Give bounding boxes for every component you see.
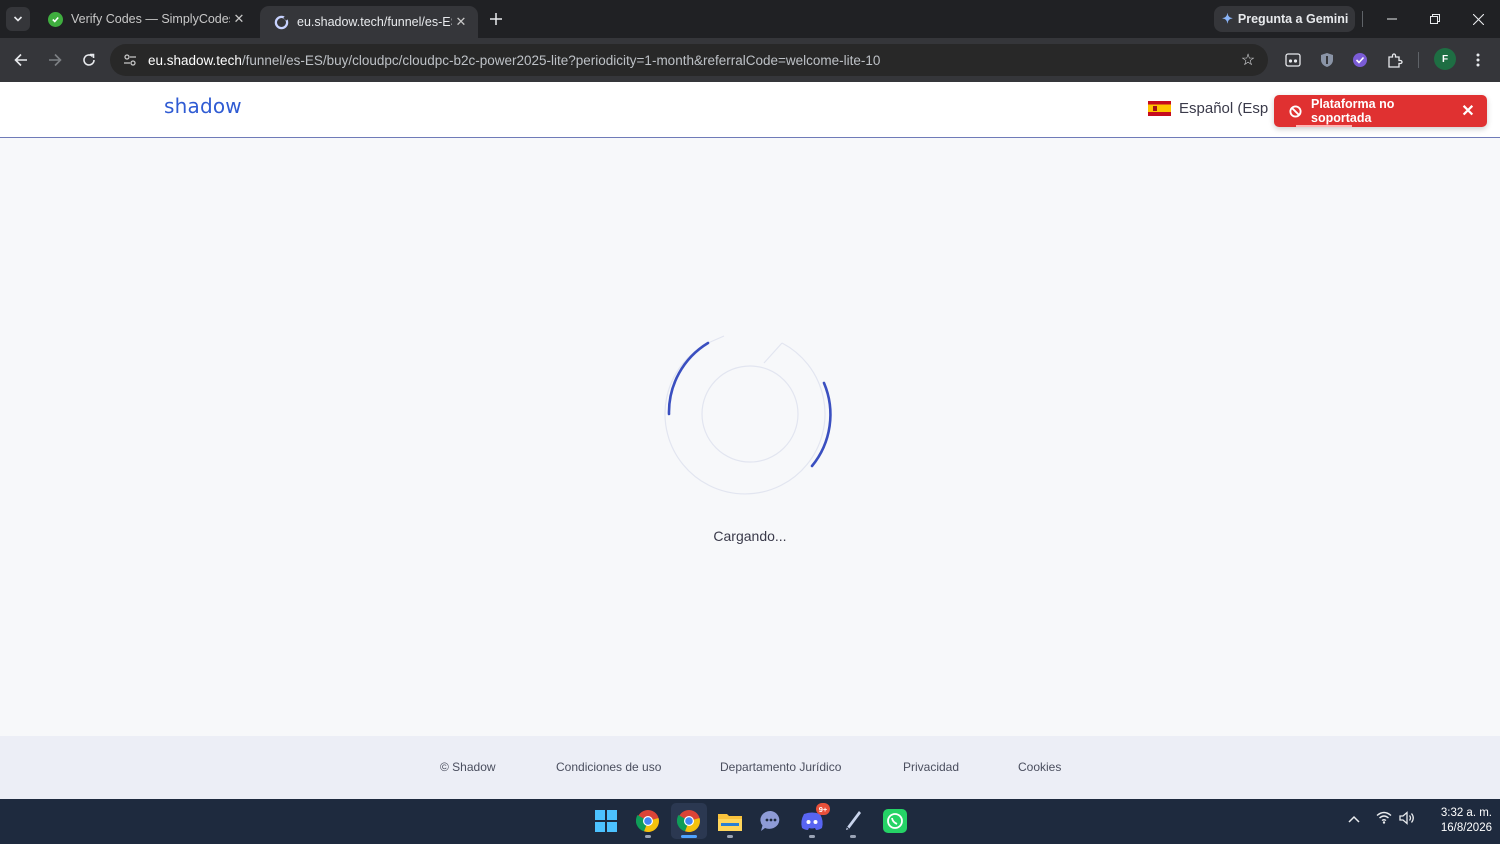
pen-icon [846, 811, 861, 830]
footer-link-legal[interactable]: Departamento Jurídico [720, 760, 841, 774]
close-window-button[interactable] [1456, 0, 1500, 38]
simplycodes-favicon-icon [48, 11, 63, 27]
arrow-right-icon [49, 53, 62, 67]
bookmark-star-icon[interactable]: ☆ [1234, 46, 1262, 74]
running-indicator [850, 835, 856, 838]
browser-toolbar: eu.shadow.tech/funnel/es-ES/buy/cloudpc/… [0, 38, 1500, 82]
taskbar-file-explorer[interactable] [712, 803, 748, 839]
loading-spinner [664, 335, 832, 495]
url-host: eu.shadow.tech [148, 52, 242, 68]
spain-flag-icon [1148, 101, 1171, 116]
toast-close-icon[interactable]: ✕ [1457, 100, 1479, 122]
taskbar-pen-app[interactable] [835, 803, 871, 839]
notification-badge: 9+ [816, 803, 830, 815]
clock-date: 16/8/2026 [1440, 822, 1492, 834]
url-path: /funnel/es-ES/buy/cloudpc/cloudpc-b2c-po… [241, 52, 881, 68]
profile-avatar[interactable]: F [1434, 48, 1456, 70]
close-icon [1472, 13, 1484, 25]
reload-icon [83, 53, 95, 66]
shadow-favicon-icon [274, 15, 289, 30]
volume-icon[interactable] [1399, 811, 1415, 828]
system-clock[interactable]: 3:32 a. m. 16/8/2026 [1422, 806, 1492, 836]
purple-extension-icon[interactable] [1348, 48, 1372, 72]
start-button[interactable] [588, 803, 624, 839]
tab-title: eu.shadow.tech/funnel/es-ES/b [297, 15, 452, 29]
tab-simplycodes[interactable]: Verify Codes — SimplyCodes ✕ [34, 0, 256, 38]
chrome-icon [636, 810, 659, 833]
close-tab-icon[interactable]: ✕ [452, 13, 470, 31]
site-info-icon[interactable] [120, 50, 140, 70]
footer-link-terms[interactable]: Condiciones de uso [556, 760, 661, 774]
clock-time: 3:32 a. m. [1440, 807, 1492, 819]
site-footer: © Shadow Condiciones de uso Departamento… [0, 736, 1500, 799]
extensions-puzzle-icon[interactable] [1383, 48, 1407, 72]
active-indicator [681, 835, 697, 838]
footer-copyright: © Shadow [440, 760, 496, 774]
browser-tab-bar: Verify Codes — SimplyCodes ✕ eu.shadow.t… [0, 0, 1500, 38]
loading-text: Cargando... [713, 528, 787, 544]
windows-taskbar: 9+ [0, 799, 1500, 844]
taskbar-discord[interactable]: 9+ [794, 803, 830, 839]
minimize-window-button[interactable] [1370, 0, 1414, 38]
shadow-logo[interactable]: shadow [164, 94, 242, 118]
tab-title: Verify Codes — SimplyCodes [71, 12, 230, 26]
spinner-ring-inner [701, 365, 799, 463]
chevron-down-icon [13, 16, 23, 22]
tab-search-button[interactable] [6, 7, 30, 31]
divider [1362, 11, 1363, 27]
running-indicator [645, 835, 651, 838]
tray-overflow-icon[interactable] [1348, 811, 1360, 826]
taskbar-whatsapp[interactable] [877, 803, 913, 839]
forward-button[interactable] [42, 47, 68, 73]
plus-icon [490, 13, 502, 25]
taskbar-chat-app[interactable] [753, 803, 789, 839]
divider [1418, 52, 1419, 68]
footer-link-cookies[interactable]: Cookies [1018, 760, 1061, 774]
shield-extension-icon[interactable] [1315, 48, 1339, 72]
running-indicator [809, 835, 815, 838]
spinner-arc-left [667, 341, 710, 416]
new-tab-button[interactable] [484, 8, 508, 30]
folder-icon [718, 814, 742, 831]
gemini-label: Pregunta a Gemini [1237, 12, 1349, 26]
arrow-left-icon [14, 53, 27, 67]
toast-progress-bar [1296, 125, 1352, 127]
whatsapp-icon [883, 809, 907, 833]
reading-mode-extension-icon[interactable] [1281, 48, 1305, 72]
minimize-icon [1387, 18, 1397, 20]
taskbar-chrome-active[interactable] [671, 803, 707, 839]
close-tab-icon[interactable]: ✕ [230, 10, 248, 28]
ban-icon [1288, 104, 1302, 118]
windows-logo-icon [595, 810, 617, 832]
url-text[interactable]: eu.shadow.tech/funnel/es-ES/buy/cloudpc/… [148, 53, 1234, 68]
ask-gemini-button[interactable]: ✦ Pregunta a Gemini [1214, 6, 1355, 32]
language-selector[interactable]: Español (Esp [1148, 100, 1268, 117]
error-toast: Plataforma no soportada ✕ [1274, 95, 1487, 127]
gemini-sparkle-icon: ✦ [1222, 11, 1233, 26]
tab-shadow[interactable]: eu.shadow.tech/funnel/es-ES/b ✕ [260, 6, 478, 38]
restore-icon [1430, 14, 1440, 24]
footer-link-privacy[interactable]: Privacidad [903, 760, 959, 774]
spinner-ring-outer [664, 342, 826, 495]
reload-button[interactable] [76, 47, 102, 73]
restore-window-button[interactable] [1413, 0, 1457, 38]
chat-bubble-icon [760, 810, 780, 831]
address-bar[interactable]: eu.shadow.tech/funnel/es-ES/buy/cloudpc/… [110, 44, 1268, 76]
browser-menu-icon[interactable] [1466, 48, 1490, 72]
taskbar-chrome[interactable] [630, 803, 666, 839]
back-button[interactable] [8, 47, 34, 73]
spinner-ring-notch [707, 335, 783, 364]
running-indicator [727, 835, 733, 838]
toast-message: Plataforma no soportada [1311, 97, 1395, 125]
wifi-icon[interactable] [1376, 811, 1392, 827]
language-label: Español (Esp [1179, 100, 1269, 117]
chrome-icon [677, 810, 700, 833]
